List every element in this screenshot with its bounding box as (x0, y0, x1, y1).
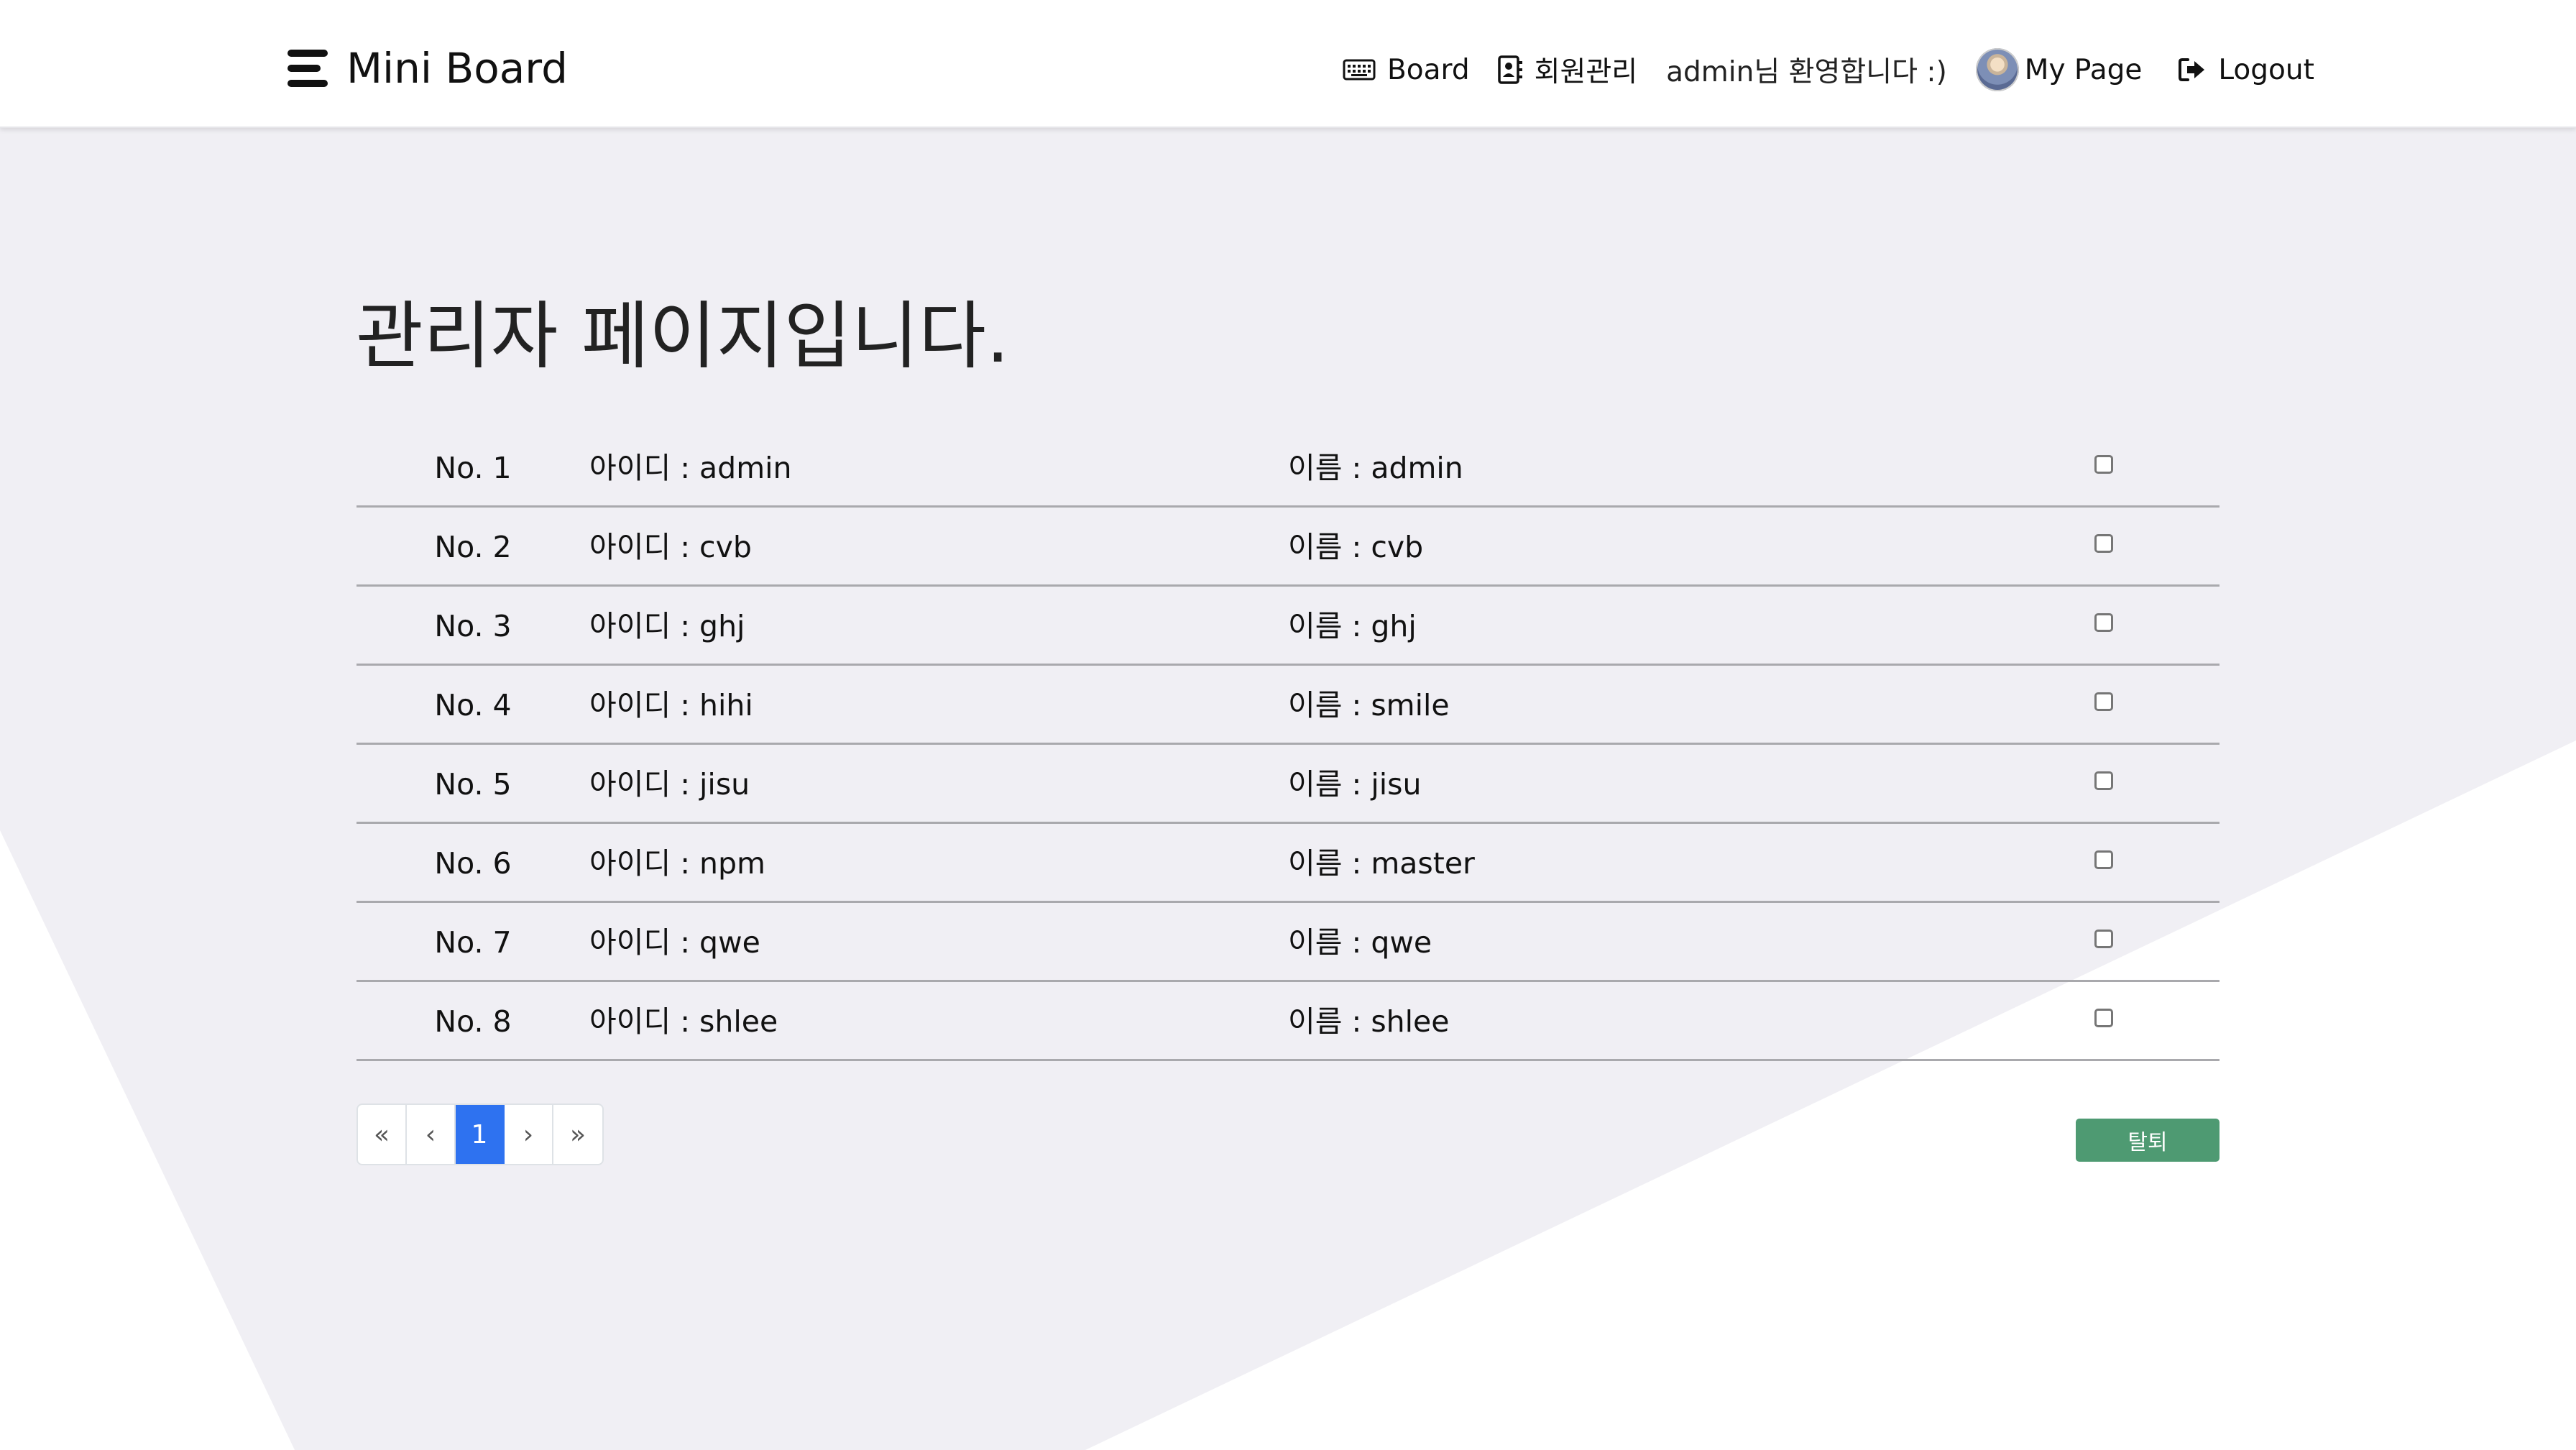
pagination-prev[interactable]: ‹ (407, 1105, 456, 1164)
nav-members-label: 회원관리 (1534, 56, 1638, 88)
member-name: 이름 : ghj (1288, 609, 1417, 643)
page-title: 관리자 페이지입니다. (356, 294, 1010, 380)
nav-members-link[interactable]: 회원관리 (1497, 50, 1638, 90)
member-number: No. 4 (434, 688, 512, 722)
brand-link[interactable]: Mini Board (286, 42, 568, 95)
member-name: 이름 : admin (1288, 451, 1463, 485)
withdraw-button[interactable]: 탈퇴 (2076, 1119, 2220, 1162)
member-select-checkbox[interactable] (2094, 613, 2113, 632)
member-select-checkbox[interactable] (2094, 534, 2113, 553)
pagination-last[interactable]: » (553, 1105, 602, 1164)
member-row: No. 8 아이디 : shlee 이름 : shlee (356, 982, 2220, 1061)
member-select-checkbox[interactable] (2094, 850, 2113, 869)
keyboard-icon (1343, 59, 1376, 81)
member-name: 이름 : shlee (1288, 1004, 1450, 1039)
member-select-checkbox[interactable] (2094, 455, 2113, 474)
pagination-next[interactable]: › (505, 1105, 553, 1164)
member-name: 이름 : jisu (1288, 767, 1422, 802)
member-id: 아이디 : cvb (589, 530, 752, 564)
member-name: 이름 : qwe (1288, 925, 1432, 960)
nav-logout-link[interactable]: Logout (2178, 54, 2314, 86)
member-id: 아이디 : admin (589, 451, 792, 485)
member-row: No. 1 아이디 : admin 이름 : admin (356, 428, 2220, 508)
member-row: No. 4 아이디 : hihi 이름 : smile (356, 666, 2220, 745)
nav-menu: Board 회원관리 admin님 환영합니다 :) My Page Logou… (1343, 45, 2314, 95)
member-row: No. 3 아이디 : ghj 이름 : ghj (356, 587, 2220, 666)
member-select-checkbox[interactable] (2094, 771, 2113, 790)
member-row: No. 5 아이디 : jisu 이름 : jisu (356, 745, 2220, 824)
member-number: No. 5 (434, 767, 512, 802)
pagination-page-current[interactable]: 1 (456, 1105, 505, 1164)
member-number: No. 1 (434, 451, 512, 485)
member-id: 아이디 : shlee (589, 1004, 778, 1039)
nav-logout-label: Logout (2218, 53, 2314, 86)
member-select-checkbox[interactable] (2094, 1009, 2113, 1027)
member-name: 이름 : master (1288, 846, 1475, 881)
member-id: 아이디 : npm (589, 846, 765, 881)
member-id: 아이디 : jisu (589, 767, 750, 802)
member-select-checkbox[interactable] (2094, 692, 2113, 711)
contact-card-icon (1497, 55, 1522, 84)
member-number: No. 2 (434, 530, 512, 564)
member-list: No. 1 아이디 : admin 이름 : admin No. 2 아이디 : cvb… (356, 428, 2220, 1061)
sign-out-icon (2179, 58, 2205, 81)
member-name: 이름 : cvb (1288, 530, 1424, 564)
nav-board-label: Board (1387, 53, 1470, 86)
welcome-message: admin님 환영합니다 :) (1666, 56, 1947, 88)
nav-mypage-link[interactable]: My Page (1975, 48, 2143, 91)
nav-mypage-label: My Page (2024, 53, 2143, 86)
menu-lines-icon (288, 50, 328, 87)
member-number: No. 3 (434, 609, 512, 643)
member-number: No. 8 (434, 1004, 512, 1039)
pagination: « ‹ 1 › » (356, 1103, 604, 1165)
member-select-checkbox[interactable] (2094, 930, 2113, 948)
member-row: No. 7 아이디 : qwe 이름 : qwe (356, 903, 2220, 982)
member-number: No. 7 (434, 925, 512, 960)
member-name: 이름 : smile (1288, 688, 1450, 722)
brand-name: Mini Board (346, 44, 568, 93)
pagination-first[interactable]: « (358, 1105, 407, 1164)
member-id: 아이디 : qwe (589, 925, 760, 960)
member-id: 아이디 : hihi (589, 688, 753, 722)
member-row: No. 2 아이디 : cvb 이름 : cvb (356, 508, 2220, 587)
avatar (1975, 48, 2019, 91)
nav-board-link[interactable]: Board (1343, 54, 1470, 86)
member-number: No. 6 (434, 846, 512, 881)
member-row: No. 6 아이디 : npm 이름 : master (356, 824, 2220, 903)
navbar: Mini Board Board 회원관리 admin님 환영합니다:) My… (0, 0, 2576, 128)
member-id: 아이디 : ghj (589, 609, 745, 643)
